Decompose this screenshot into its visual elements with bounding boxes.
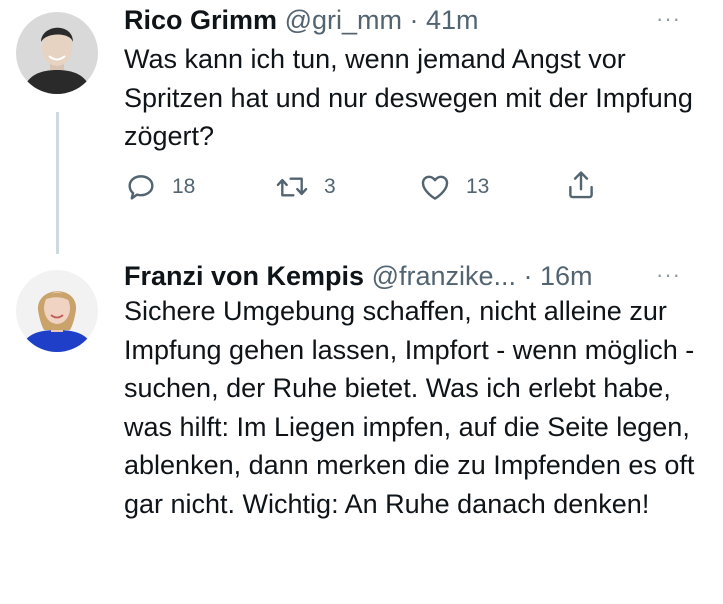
reply-icon [124, 170, 158, 204]
author-name[interactable]: Franzi von Kempis [124, 261, 364, 291]
tweet-timestamp[interactable]: · 41m [410, 5, 479, 35]
retweet-button[interactable]: 3 [274, 170, 336, 204]
retweet-icon [274, 170, 310, 204]
like-icon [418, 170, 452, 204]
reply-button[interactable]: 18 [124, 170, 195, 204]
author-name[interactable]: Rico Grimm [124, 5, 277, 35]
tweet-timestamp[interactable]: · 16m [524, 261, 593, 291]
reply-count: 18 [172, 175, 196, 198]
author-handle[interactable]: @franzike... [372, 261, 516, 291]
thread-connector-line [56, 112, 59, 254]
like-button[interactable]: 13 [418, 170, 489, 204]
tweet-header: Franzi von Kempis @franzike... · 16m [124, 259, 593, 293]
avatar-franzi[interactable] [16, 270, 98, 352]
share-button[interactable] [564, 168, 598, 202]
retweet-count: 3 [324, 175, 336, 198]
more-options-icon[interactable]: ··· [656, 8, 681, 30]
tweet-header: Rico Grimm @gri_mm · 41m [124, 3, 479, 37]
tweet-text: Was kann ich tun, wenn jemand Angst vor … [124, 44, 693, 151]
more-options-icon[interactable]: ··· [656, 264, 681, 286]
tweet-text: Sichere Umgebung schaffen, nicht alleine… [124, 296, 695, 519]
like-count: 13 [466, 175, 490, 198]
author-handle[interactable]: @gri_mm [285, 5, 402, 35]
tweet-actions: 18 3 13 [124, 170, 614, 204]
avatar-rico[interactable] [16, 12, 98, 94]
share-icon [564, 168, 598, 202]
